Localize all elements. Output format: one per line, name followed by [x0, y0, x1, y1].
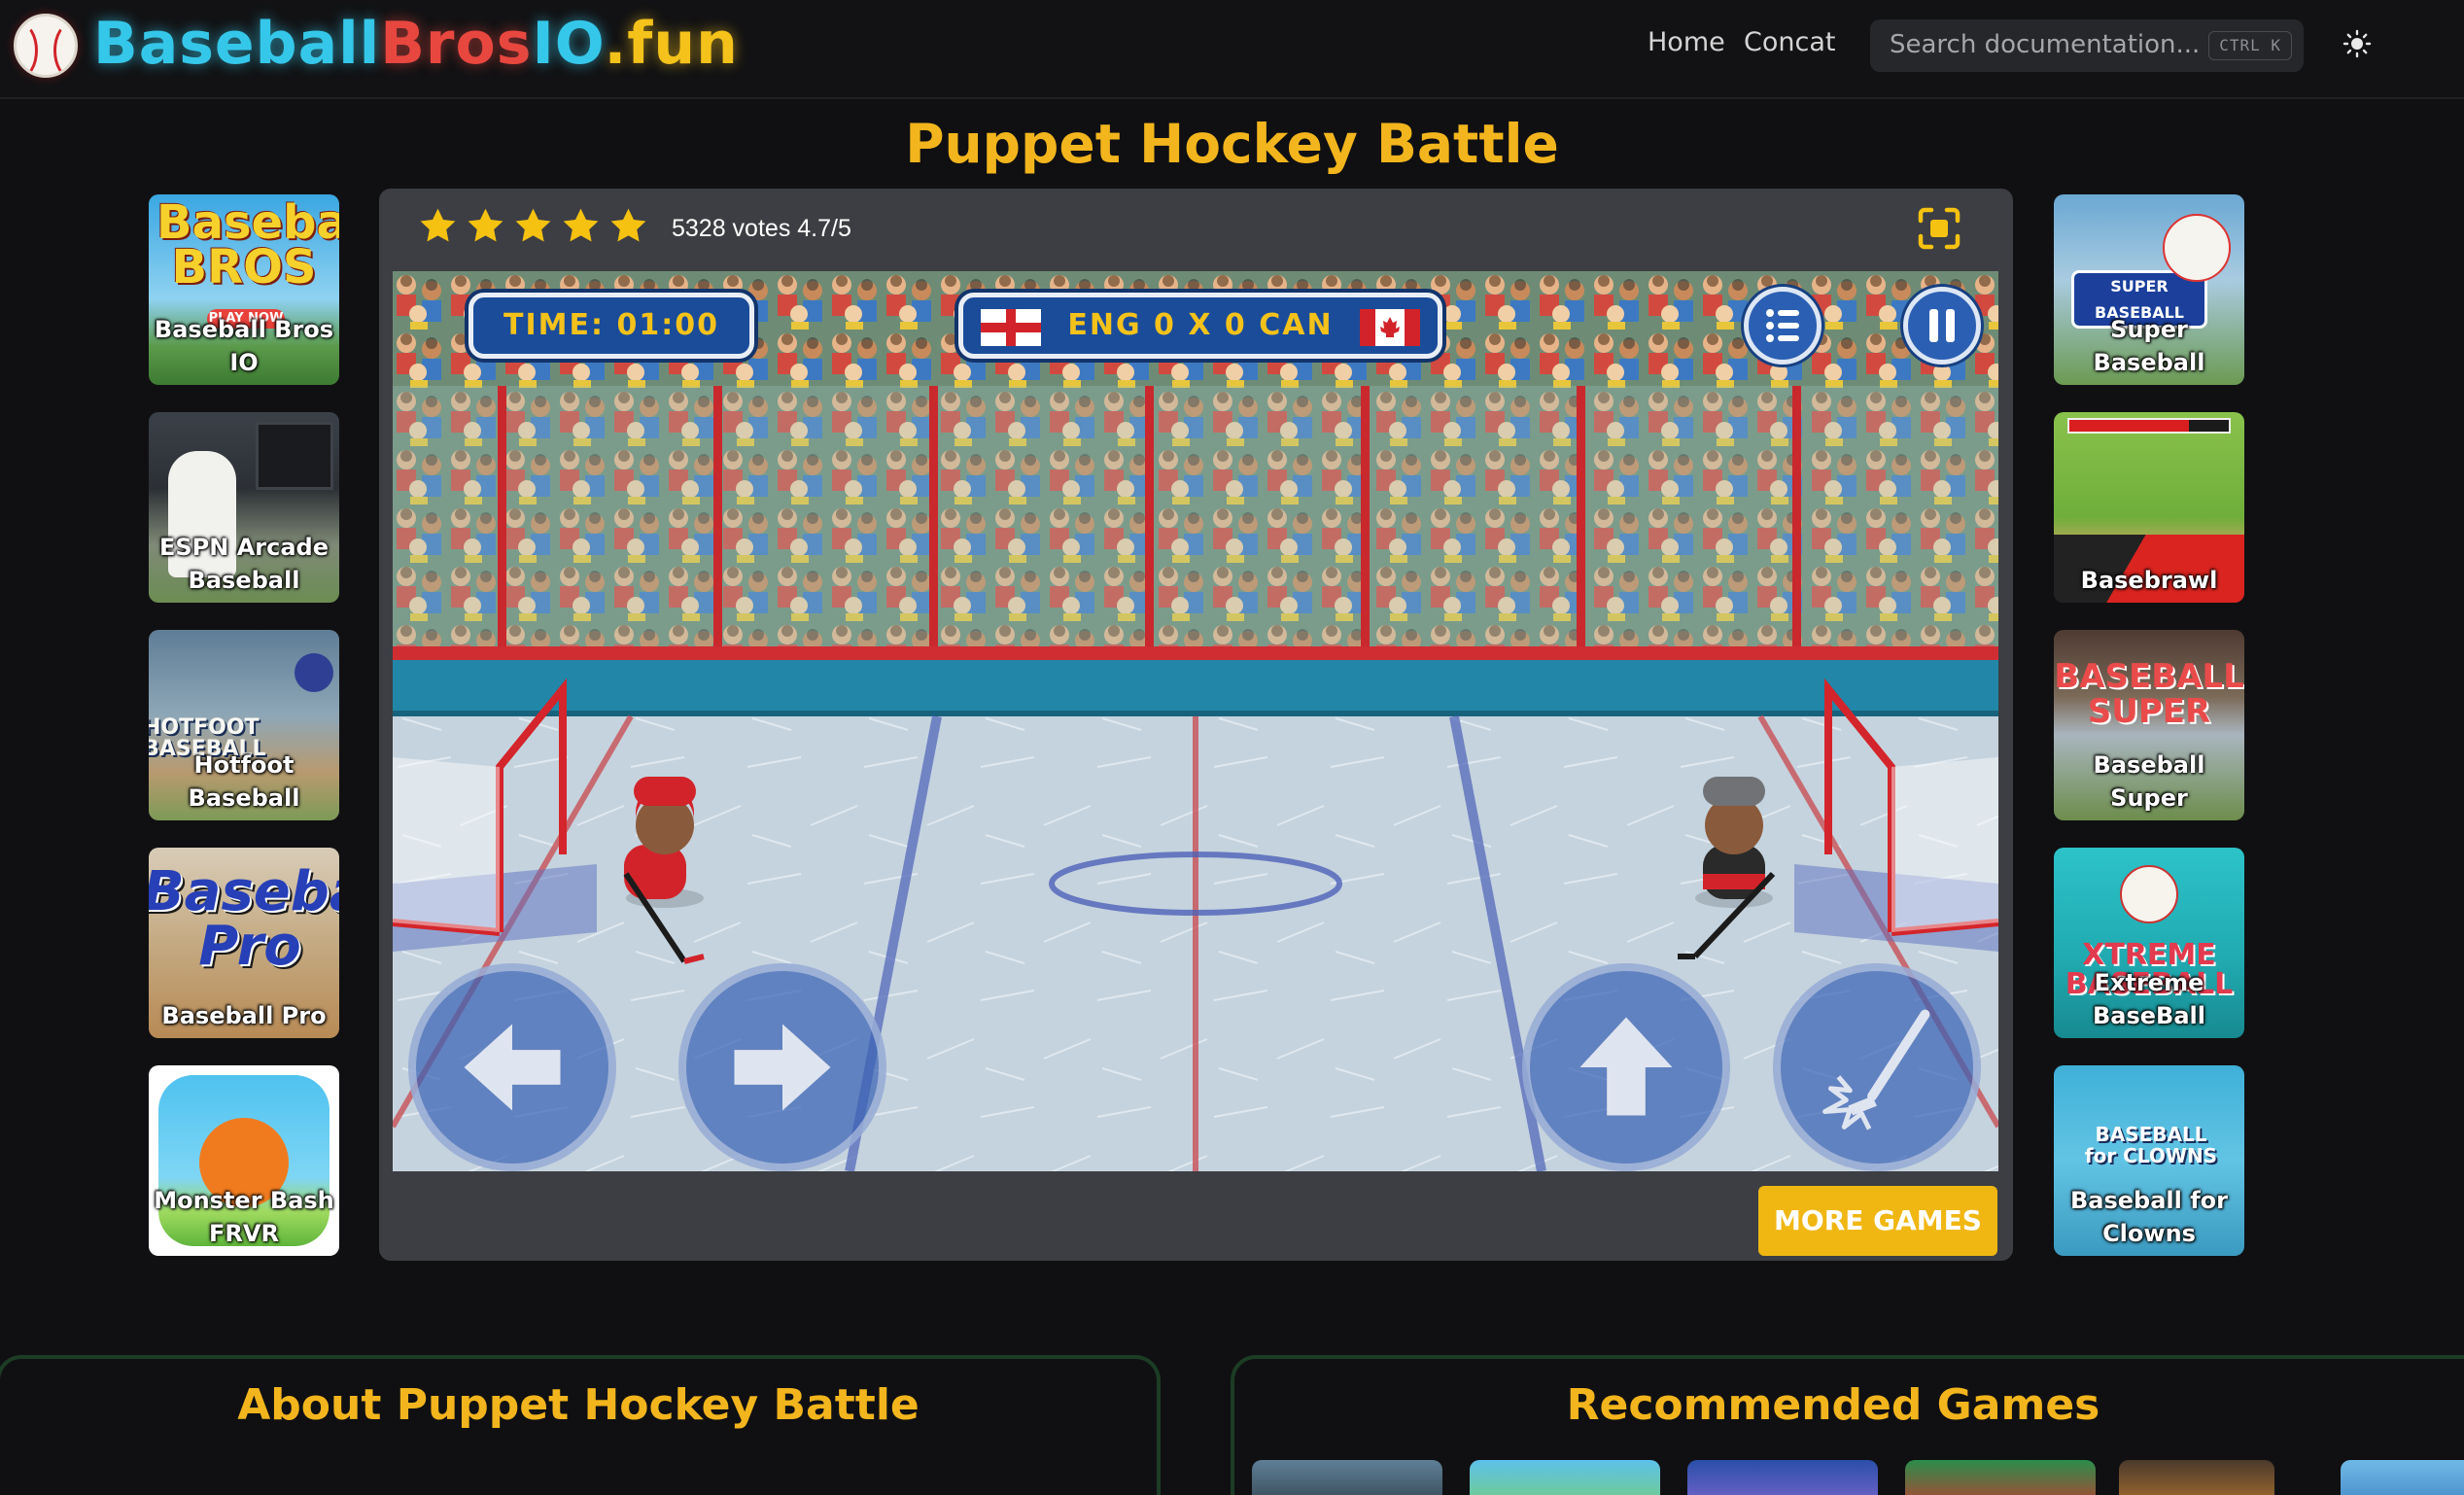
card-thumb-title: BASEBALL for CLOWNS — [2084, 1123, 2218, 1167]
game-card-baseball-for-clowns[interactable]: BASEBALL for CLOWNS Baseball for Clowns — [2054, 1065, 2244, 1256]
recommended-section: Recommended Games — [1231, 1355, 2464, 1495]
baseball-graphic — [2120, 865, 2178, 923]
game-card-espn-arcade-baseball[interactable]: ESPN Arcade Baseball — [149, 412, 339, 603]
game-card-baseball-bros-io[interactable]: Baseball BROS PLAY NOW Baseball Bros IO — [149, 194, 339, 385]
recommended-game-card[interactable] — [1252, 1460, 1442, 1495]
recommended-game-card[interactable] — [1905, 1460, 2096, 1495]
star-icon[interactable] — [466, 206, 505, 246]
card-thumb-title: Baseball BROS — [156, 195, 339, 295]
recommended-game-card[interactable] — [2341, 1460, 2464, 1495]
search-shortcut-badge: CTRL K — [2208, 31, 2292, 60]
game-card-extreme-baseball[interactable]: XTREME BASEBALL Extreme BaseBall — [2054, 848, 2244, 1038]
game-card-monster-bash-frvr[interactable]: Monster Bash FRVR — [149, 1065, 339, 1256]
list-menu-icon — [1766, 309, 1799, 342]
game-card-title: Super Baseball — [2093, 316, 2205, 376]
star-icon[interactable] — [561, 206, 601, 246]
game-canvas[interactable]: TIME: 01:00 ENG 0 X 0 CAN — [393, 271, 1998, 1171]
game-card-title: Baseball Super — [2093, 751, 2205, 812]
shoot-button[interactable] — [1773, 963, 1981, 1171]
site-header: BaseballBrosIO.fun Home Concat Search do… — [0, 0, 2464, 99]
site-logo[interactable]: BaseballBrosIO.fun — [93, 10, 739, 78]
nav-contact-link[interactable]: Concat — [1744, 27, 1835, 57]
game-scoreboard: ENG 0 X 0 CAN — [958, 293, 1442, 359]
game-card-title: Baseball Pro — [161, 1002, 327, 1029]
star-icon[interactable] — [608, 206, 648, 246]
game-card-title: Basebrawl — [2080, 567, 2218, 594]
move-left-button[interactable] — [408, 963, 616, 1171]
canada-flag-icon — [1360, 309, 1420, 346]
game-menu-button[interactable] — [1744, 287, 1822, 365]
game-card-title: Baseball for Clowns — [2070, 1187, 2228, 1247]
hockey-rink-scene — [393, 271, 1998, 1171]
game-card-title: ESPN Arcade Baseball — [159, 534, 329, 594]
game-panel: 5328 votes 4.7/5 TIME: 01:00 ENG 0 X 0 C… — [379, 189, 2013, 1261]
card-thumb-title: Baseball Pro — [149, 860, 339, 978]
player-helmet-graphic — [295, 653, 333, 692]
jump-button[interactable] — [1522, 963, 1730, 1171]
rating-stars[interactable] — [418, 206, 648, 246]
game-card-super-baseball[interactable]: SUPER BASEBALL Super Baseball — [2054, 194, 2244, 385]
recommended-title: Recommended Games — [1566, 1380, 2100, 1430]
health-bar-graphic — [2067, 418, 2231, 434]
votes-text: 5328 votes 4.7/5 — [672, 215, 851, 242]
search-placeholder: Search documentation... — [1890, 30, 2201, 59]
game-card-baseball-super[interactable]: BASEBALL SUPER Baseball Super — [2054, 630, 2244, 820]
more-games-button[interactable]: MORE GAMES — [1758, 1186, 1997, 1256]
game-card-basebrawl[interactable]: Basebrawl — [2054, 412, 2244, 603]
pause-button[interactable] — [1903, 287, 1981, 365]
baseball-graphic — [2163, 214, 2231, 282]
game-card-baseball-pro[interactable]: Baseball Pro Baseball Pro — [149, 848, 339, 1038]
move-right-button[interactable] — [678, 963, 886, 1171]
scoreboard-graphic — [256, 422, 333, 490]
fullscreen-icon[interactable] — [1917, 206, 1961, 251]
arrow-right-icon — [734, 1024, 831, 1111]
game-card-title: Baseball Bros IO — [154, 316, 334, 376]
game-card-title: Hotfoot Baseball — [188, 751, 300, 812]
card-thumb-title: BASEBALL SUPER — [2054, 657, 2244, 731]
sun-icon[interactable] — [2343, 29, 2372, 58]
pause-icon — [1929, 309, 1955, 342]
game-card-title: Extreme BaseBall — [2093, 969, 2205, 1029]
game-card-title: Monster Bash FRVR — [154, 1187, 334, 1247]
arrow-up-icon — [1579, 1017, 1673, 1116]
search-input[interactable]: Search documentation... CTRL K — [1870, 19, 2304, 72]
about-section: About Puppet Hockey Battle — [0, 1355, 1161, 1495]
nav-home-link[interactable]: Home — [1648, 27, 1725, 57]
star-icon[interactable] — [513, 206, 553, 246]
recommended-game-card[interactable] — [1470, 1460, 1660, 1495]
baseball-logo-icon[interactable] — [14, 14, 78, 78]
shoot-stick-icon — [1822, 1009, 1930, 1130]
recommended-game-card[interactable] — [1687, 1460, 1878, 1495]
page-title: Puppet Hockey Battle — [905, 113, 1559, 175]
recommended-game-card[interactable] — [2119, 1460, 2274, 1495]
game-card-hotfoot-baseball[interactable]: HOTFOOT BASEBALL Hotfoot Baseball — [149, 630, 339, 820]
game-timer: TIME: 01:00 — [469, 293, 754, 359]
about-title: About Puppet Hockey Battle — [237, 1380, 920, 1430]
arrow-left-icon — [464, 1024, 561, 1111]
star-icon[interactable] — [418, 206, 458, 246]
